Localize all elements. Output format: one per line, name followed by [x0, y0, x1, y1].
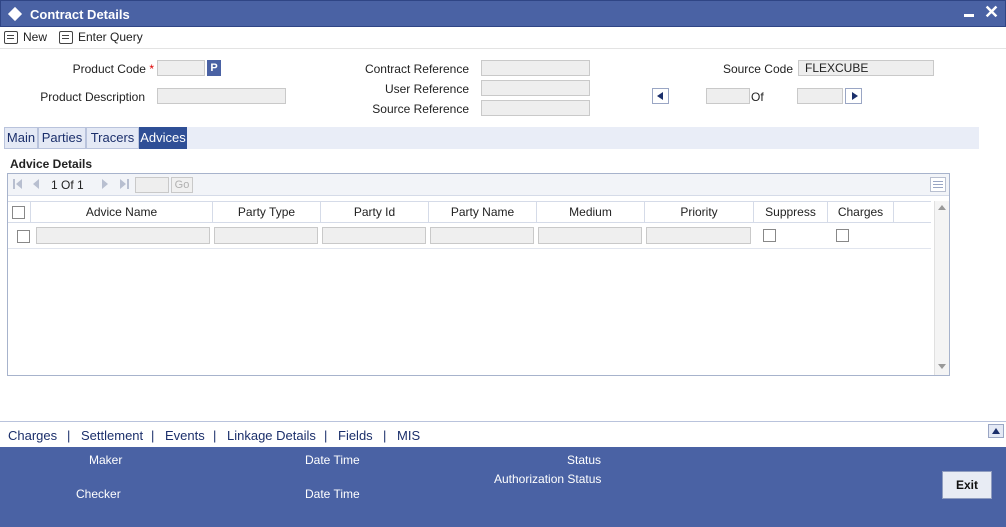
link-fields[interactable]: Fields	[338, 428, 373, 443]
party-type-cell[interactable]	[214, 227, 318, 244]
previous-page-icon[interactable]	[33, 179, 39, 189]
column-settings-icon[interactable]	[930, 177, 946, 192]
column-party-id[interactable]: Party Id	[320, 202, 428, 223]
first-page-icon[interactable]	[16, 179, 22, 189]
user-reference-field[interactable]	[481, 80, 590, 96]
required-mark: *	[149, 62, 154, 76]
go-button[interactable]: Go	[171, 177, 193, 193]
link-events[interactable]: Events	[165, 428, 205, 443]
minimize-button[interactable]	[964, 14, 974, 17]
collapse-up-icon[interactable]	[988, 424, 1004, 438]
column-party-name[interactable]: Party Name	[428, 202, 536, 223]
last-page-icon[interactable]	[120, 179, 126, 189]
charges-checkbox[interactable]	[836, 229, 849, 242]
product-code-label: Product Code *	[72, 62, 154, 76]
tab-advices[interactable]: Advices	[139, 127, 187, 149]
arrow-right-icon	[852, 92, 858, 100]
link-settlement[interactable]: Settlement	[81, 428, 143, 443]
enter-query-button[interactable]: Enter Query	[59, 28, 143, 46]
window-titlebar: Contract Details ✕	[0, 0, 1006, 27]
product-code-field[interactable]	[157, 60, 205, 76]
contract-reference-field[interactable]	[481, 60, 590, 76]
link-charges[interactable]: Charges	[8, 428, 57, 443]
advice-details-grid: 1 Of 1 Go Advice Name Party Type Party I…	[7, 173, 950, 376]
tab-strip: Main Parties Tracers Advices	[4, 127, 979, 149]
contract-header-form: Product Code * P Product Description Con…	[0, 49, 1006, 127]
advice-details-title: Advice Details	[10, 157, 93, 171]
subsystem-links: Charges | Settlement | Events | Linkage …	[0, 421, 1006, 447]
link-separator: |	[213, 428, 217, 443]
checker-date-time-label: Date Time	[305, 487, 360, 501]
toolbar: New Enter Query	[0, 27, 1006, 49]
maker-date-time-label: Date Time	[305, 453, 360, 467]
tab-main[interactable]: Main	[4, 127, 38, 149]
link-separator: |	[151, 428, 155, 443]
product-description-label: Product Description	[40, 90, 145, 104]
link-mis[interactable]: MIS	[397, 428, 420, 443]
column-suppress[interactable]: Suppress	[753, 202, 827, 223]
row-select-checkbox[interactable]	[17, 230, 30, 243]
new-label: New	[23, 30, 48, 44]
scroll-down-icon[interactable]	[938, 364, 946, 369]
product-code-lov-button[interactable]: P	[207, 60, 221, 76]
medium-cell[interactable]	[538, 227, 642, 244]
of-label: Of	[751, 90, 764, 104]
product-description-field[interactable]	[157, 88, 286, 104]
link-separator: |	[67, 428, 71, 443]
column-medium[interactable]: Medium	[536, 202, 644, 223]
user-reference-label: User Reference	[384, 82, 469, 96]
current-record-field[interactable]	[706, 88, 750, 104]
next-page-icon[interactable]	[102, 179, 108, 189]
priority-cell[interactable]	[646, 227, 751, 244]
close-button[interactable]: ✕	[984, 2, 999, 22]
suppress-checkbox[interactable]	[763, 229, 776, 242]
grid-vertical-scrollbar[interactable]	[934, 201, 949, 375]
enter-query-label: Enter Query	[78, 30, 143, 44]
grid-header: Advice Name Party Type Party Id Party Na…	[8, 201, 931, 223]
page-number-input[interactable]	[135, 177, 169, 193]
column-spacer	[893, 202, 931, 223]
total-records-field[interactable]	[797, 88, 843, 104]
source-code-field[interactable]: FLEXCUBE	[798, 60, 934, 76]
page-indicator: 1 Of 1	[51, 178, 84, 192]
link-linkage-details[interactable]: Linkage Details	[227, 428, 316, 443]
link-separator: |	[383, 428, 387, 443]
audit-footer: Maker Date Time Status Authorization Sta…	[0, 447, 1006, 527]
grid-pager: 1 Of 1 Go	[8, 174, 949, 196]
query-icon	[59, 30, 73, 44]
column-charges[interactable]: Charges	[827, 202, 893, 223]
authorization-status-label: Authorization Status	[494, 472, 602, 486]
tab-tracers[interactable]: Tracers	[86, 127, 139, 149]
next-record-button[interactable]	[845, 88, 862, 104]
new-button[interactable]: New	[4, 28, 47, 46]
status-label: Status	[567, 453, 602, 467]
party-name-cell[interactable]	[430, 227, 534, 244]
arrow-left-icon	[657, 92, 663, 100]
source-reference-label: Source Reference	[372, 102, 469, 116]
column-advice-name[interactable]: Advice Name	[30, 202, 212, 223]
link-separator: |	[324, 428, 328, 443]
exit-button[interactable]: Exit	[942, 471, 992, 499]
select-all-checkbox[interactable]	[12, 206, 25, 219]
diamond-icon	[7, 6, 23, 22]
window-title: Contract Details	[30, 7, 130, 22]
tab-parties[interactable]: Parties	[38, 127, 86, 149]
party-id-cell[interactable]	[322, 227, 426, 244]
source-code-label: Source Code	[722, 62, 793, 76]
table-row	[8, 223, 931, 249]
advice-name-cell[interactable]	[36, 227, 210, 244]
contract-reference-label: Contract Reference	[364, 62, 469, 76]
column-priority[interactable]: Priority	[644, 202, 753, 223]
scroll-up-icon[interactable]	[938, 205, 946, 210]
checker-label: Checker	[76, 487, 121, 501]
previous-record-button[interactable]	[652, 88, 669, 104]
new-document-icon	[4, 30, 18, 44]
source-reference-field[interactable]	[481, 100, 590, 116]
maker-label: Maker	[89, 453, 123, 467]
column-party-type[interactable]: Party Type	[212, 202, 320, 223]
